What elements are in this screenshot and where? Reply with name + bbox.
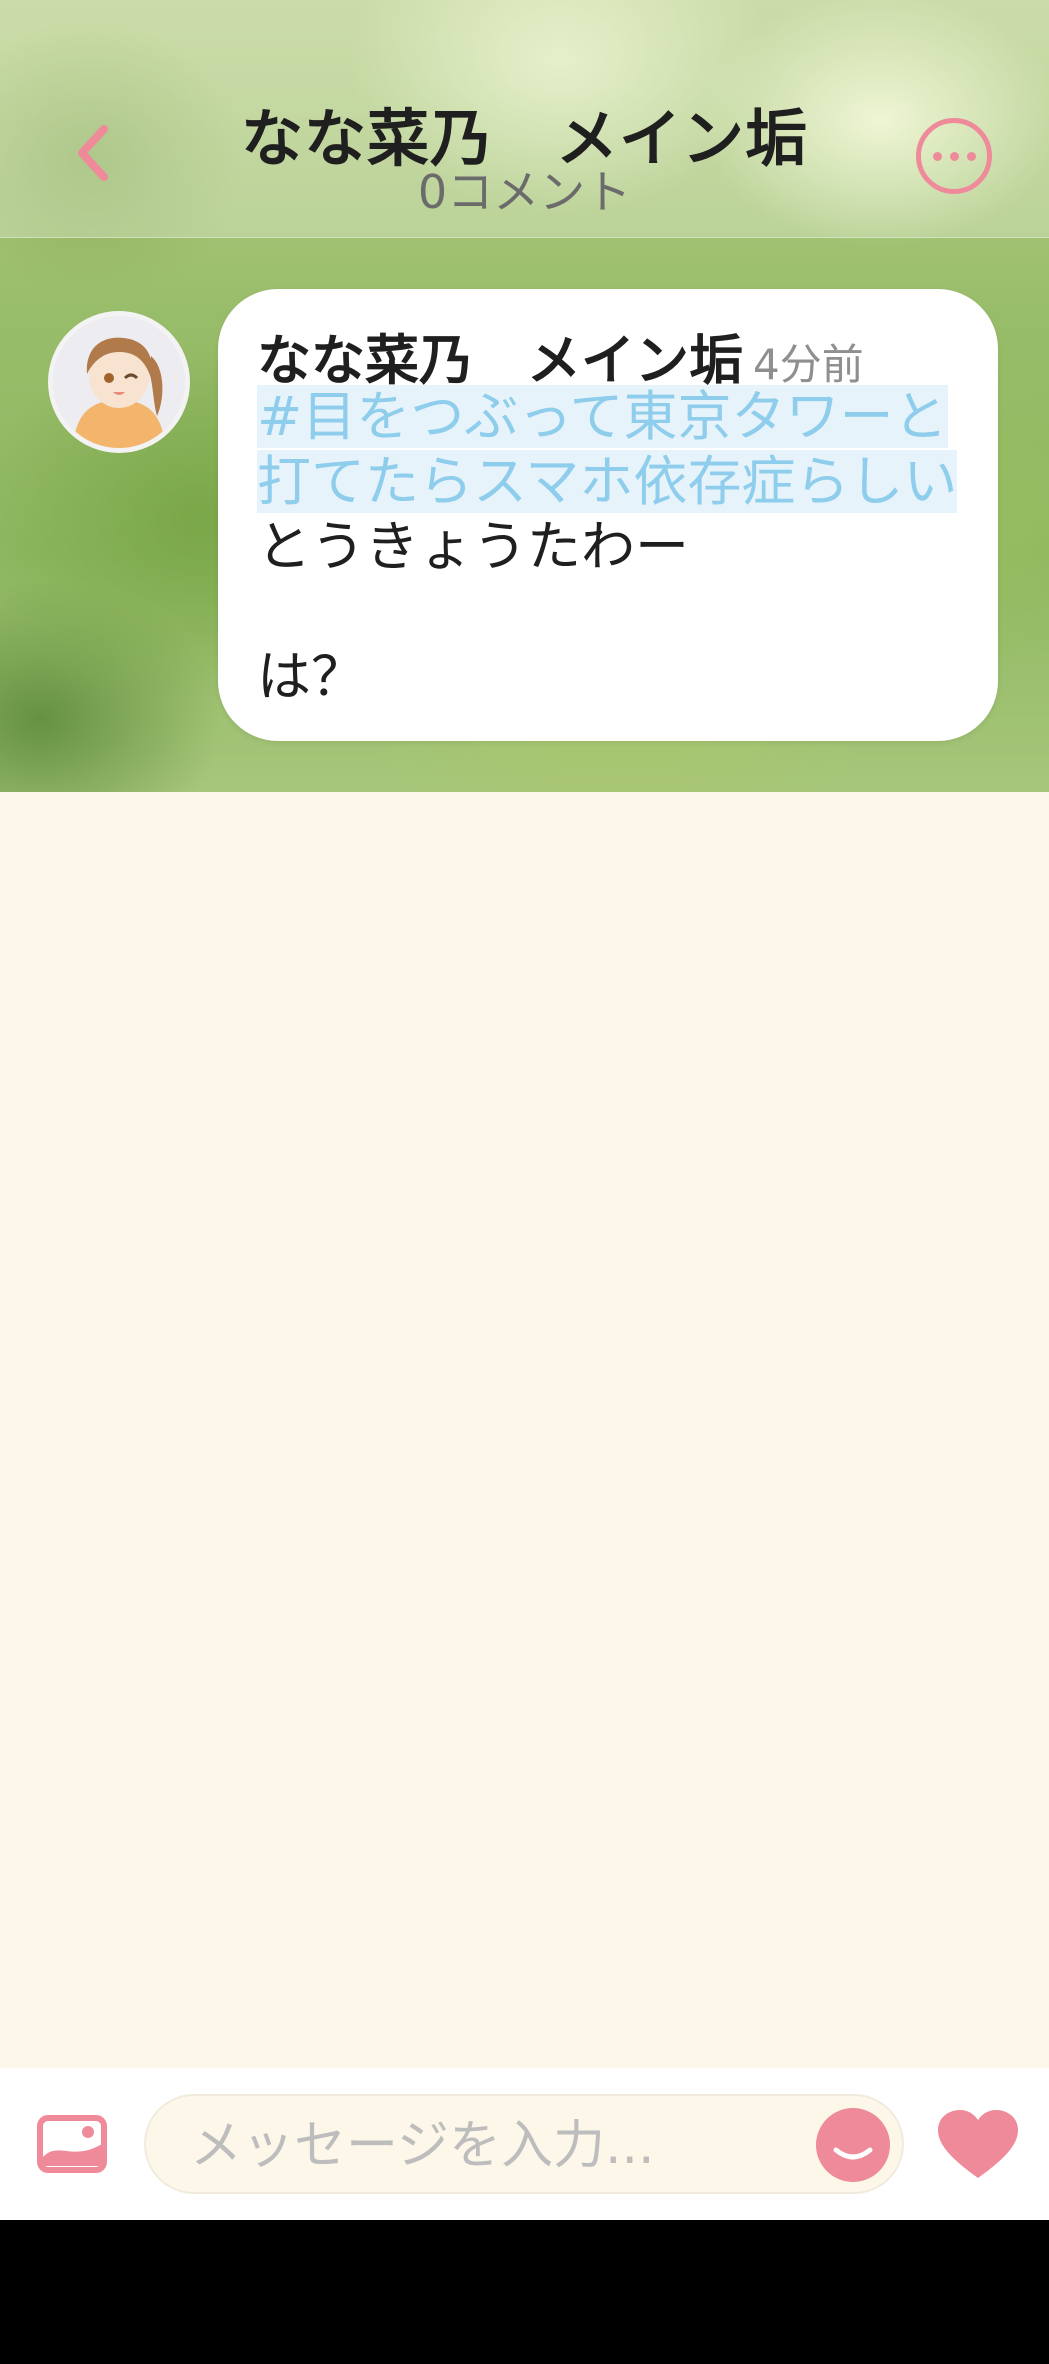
smile-icon [833,2147,873,2160]
post-text-line: は？ [257,645,365,708]
hashtag-link[interactable]: 打てたらスマホ依存症らしい [257,450,958,513]
message-input[interactable] [190,2114,750,2178]
avatar[interactable] [48,311,190,453]
composer-bar [0,2068,1049,2220]
hashtag-line[interactable]: 打てたらスマホ依存症らしい [257,449,987,514]
post-bubble: なな菜乃 メイン垢 4分前 #目をつぶって東京タワーと 打てたらスマホ依存症らしい… [218,289,998,741]
hashtag-line[interactable]: #目をつぶって東京タワーと [257,384,987,449]
hashtag-link[interactable]: #目をつぶって東京タワーと [257,385,948,448]
like-button[interactable] [936,2108,1020,2182]
top-bar: なな菜乃 メイン垢 0コメント [0,0,1049,238]
author-name[interactable]: なな菜乃 メイン垢 [257,329,743,392]
more-horizontal-icon [932,151,942,161]
post-text-line: とうきょうたわー [257,515,689,578]
chat-screen: なな菜乃 メイン垢 0コメント なな菜乃 メイン垢 4分前 #目をつぶって東京タワ… [0,0,1049,2364]
post-body: #目をつぶって東京タワーと 打てたらスマホ依存症らしい とうきょうたわー は？ [257,384,987,709]
avatar-illustration [53,316,185,448]
more-dot [966,151,976,161]
emoji-button[interactable] [816,2108,890,2182]
attach-image-button[interactable] [36,2114,108,2174]
more-dot [949,151,959,161]
system-nav-bar [0,2220,1049,2364]
more-options-button[interactable] [916,118,992,194]
post-time: 4分前 [753,340,864,389]
message-field[interactable] [144,2094,904,2194]
image-icon [37,2115,107,2173]
comment-count: 0コメント [417,165,632,219]
post-text-line [257,579,987,644]
heart-icon [938,2110,1018,2178]
